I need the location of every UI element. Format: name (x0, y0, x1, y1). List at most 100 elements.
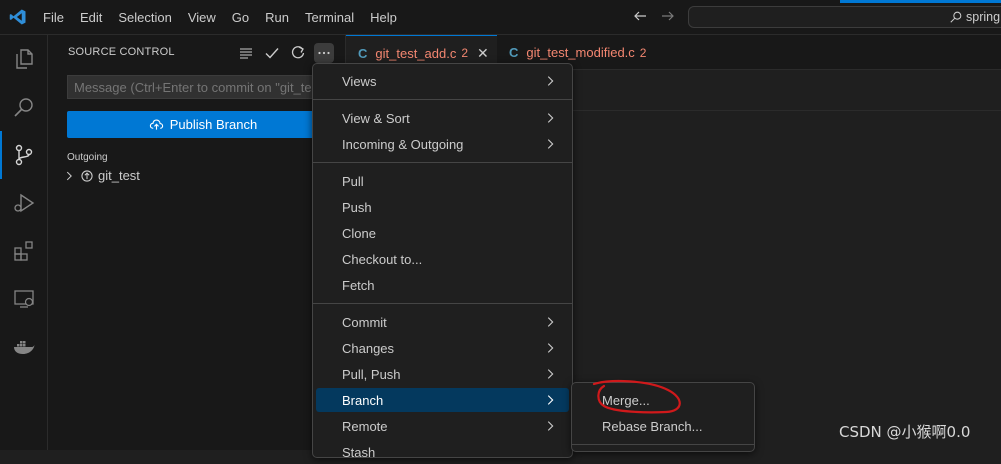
menu-edit[interactable]: Edit (72, 0, 110, 35)
source-control-button[interactable] (0, 131, 48, 179)
menu-item-remote[interactable]: Remote (316, 414, 569, 438)
menu-item-incoming-outgoing[interactable]: Incoming & Outgoing (316, 132, 569, 156)
chevron-right-icon (547, 113, 554, 123)
sidebar-actions (236, 43, 334, 63)
check-icon (265, 48, 279, 59)
search-view-button[interactable] (0, 83, 48, 131)
problem-count-badge: 2 (461, 46, 469, 60)
chevron-right-icon (547, 343, 554, 353)
arrow-up-circle-icon (81, 169, 93, 182)
menu-item-label: Push (342, 199, 372, 215)
commit-button[interactable] (262, 43, 282, 63)
outgoing-header: Outgoing (67, 152, 108, 163)
menu-bar: File Edit Selection View Go Run Terminal… (35, 0, 405, 35)
close-icon[interactable]: ✕ (477, 45, 489, 62)
refresh-icon (291, 46, 305, 59)
menu-item-push[interactable]: Push (316, 195, 569, 219)
red-annotation-circle (592, 380, 681, 414)
menu-item-stash[interactable]: Stash (316, 440, 569, 464)
source-control-icon (15, 144, 33, 166)
outgoing-item[interactable]: git_test (62, 168, 140, 183)
command-center-search[interactable]: spring (688, 6, 1001, 28)
menu-item-changes[interactable]: Changes (316, 336, 569, 360)
remote-explorer-icon (14, 290, 34, 308)
chevron-right-icon (547, 139, 554, 149)
tab-filename: git_test_add.c (375, 45, 457, 61)
menu-file[interactable]: File (35, 0, 72, 35)
outgoing-item-label: git_test (98, 168, 140, 183)
menu-item-label: Remote (342, 418, 388, 434)
publish-branch-label: Publish Branch (169, 117, 258, 132)
run-debug-icon (14, 193, 35, 213)
menu-view[interactable]: View (180, 0, 224, 35)
publish-branch-button[interactable]: Publish Branch (67, 111, 339, 138)
menu-item-label: Rebase Branch... (602, 418, 703, 434)
chevron-right-icon (547, 317, 554, 327)
docker-button[interactable] (0, 323, 48, 371)
more-actions-button[interactable] (314, 43, 334, 63)
menu-item-label: Fetch (342, 277, 375, 293)
run-debug-button[interactable] (0, 179, 48, 227)
menu-item-pull[interactable]: Pull (316, 169, 569, 193)
menu-item-label: Pull, Push (342, 366, 401, 382)
menu-item-label: Pull (342, 173, 364, 189)
navigation-arrows (632, 8, 676, 24)
cloud-upload-icon (149, 119, 163, 130)
menu-run[interactable]: Run (257, 0, 297, 35)
chevron-right-icon (547, 369, 554, 379)
menu-item-label: Branch (342, 392, 384, 408)
back-arrow-icon[interactable] (632, 8, 648, 24)
activity-bar (0, 35, 48, 450)
extensions-button[interactable] (0, 227, 48, 275)
menu-item-branch[interactable]: Branch (316, 388, 569, 412)
editor-breadcrumb-divider (570, 110, 1001, 111)
c-file-icon: C (358, 45, 368, 61)
remote-explorer-button[interactable] (0, 275, 48, 323)
menu-item-checkout[interactable]: Checkout to... (316, 247, 569, 271)
menu-item-label: Checkout to... (342, 251, 423, 267)
c-file-icon: C (509, 45, 519, 60)
menu-item-fetch[interactable]: Fetch (316, 273, 569, 297)
docker-icon (14, 341, 35, 354)
accent-strip (840, 0, 1001, 3)
menu-item-views[interactable]: Views (316, 69, 569, 93)
menu-item-label: Changes (342, 340, 395, 356)
menu-help[interactable]: Help (362, 0, 405, 35)
menu-go[interactable]: Go (224, 0, 257, 35)
ellipsis-icon (318, 51, 330, 55)
forward-arrow-icon[interactable] (660, 8, 676, 24)
search-text: spring (966, 10, 1001, 24)
menu-selection[interactable]: Selection (110, 0, 179, 35)
commit-message-input[interactable] (67, 75, 339, 99)
search-icon (14, 98, 33, 117)
list-icon (240, 48, 252, 59)
menu-separator (572, 444, 754, 445)
menu-item-label: Incoming & Outgoing (342, 136, 464, 152)
view-as-tree-button[interactable] (236, 43, 256, 63)
more-actions-menu: Views View & Sort Incoming & Outgoing Pu… (312, 63, 573, 460)
extensions-icon (14, 241, 33, 261)
tab-filename: git_test_modified.c (526, 45, 635, 60)
source-control-sidebar: SOURCE CONTROL Publish Branch Outgoing g… (48, 35, 346, 450)
explorer-button[interactable] (0, 35, 48, 83)
menu-separator (313, 303, 572, 304)
title-bar: File Edit Selection View Go Run Terminal… (0, 0, 1001, 35)
menu-separator (313, 162, 572, 163)
menu-item-view-sort[interactable]: View & Sort (316, 106, 569, 130)
chevron-right-icon (547, 395, 554, 405)
chevron-right-icon[interactable] (62, 169, 76, 183)
menu-terminal[interactable]: Terminal (297, 0, 362, 35)
chevron-right-icon (547, 421, 554, 431)
files-icon (16, 49, 33, 69)
watermark: CSDN @小猴啊0.0 (839, 423, 971, 441)
chevron-right-icon (547, 76, 554, 86)
refresh-button[interactable] (288, 43, 308, 63)
menu-item-clone[interactable]: Clone (316, 221, 569, 245)
vscode-logo-icon (9, 9, 26, 25)
menu-separator (313, 99, 572, 100)
menu-item-label: Stash (342, 444, 376, 460)
menu-item-pull-push[interactable]: Pull, Push (316, 362, 569, 386)
menu-item-commit[interactable]: Commit (316, 310, 569, 334)
menu-item-label: Clone (342, 225, 376, 241)
search-icon (950, 11, 962, 23)
